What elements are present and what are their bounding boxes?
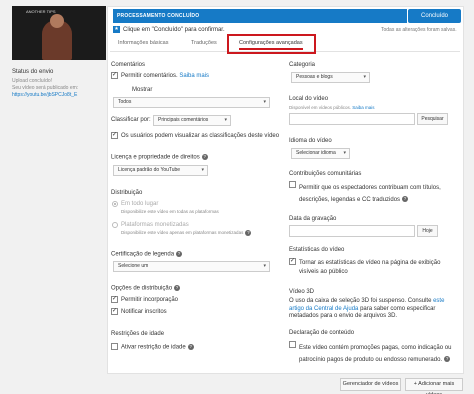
allow-embed-checkbox[interactable] — [111, 296, 118, 303]
help-icon[interactable]: ? — [201, 154, 208, 160]
hint-text: Clique em "Concluído" para confirmar. — [123, 27, 225, 34]
allow-embed-label: Permitir incorporação — [121, 297, 179, 303]
age-restriction-title: Restrições de idade — [111, 331, 165, 337]
content-declaration-title: Declaração de conteúdo — [289, 330, 355, 336]
distribution-title: Distribuição — [111, 190, 143, 196]
recording-today-button[interactable]: Hoje — [417, 225, 438, 237]
sort-comments-select[interactable]: Principais comentários — [153, 115, 231, 126]
saved-status: Todas as alterações foram salvas. — [381, 27, 457, 33]
license-select[interactable]: Licença padrão do YouTube — [113, 165, 208, 176]
content-declaration-row: Este vídeo contém promoções pagas, como … — [299, 342, 459, 366]
recording-date-input[interactable] — [289, 225, 415, 237]
stats-title: Estatísticas do vídeo — [289, 247, 345, 253]
distribution-everywhere-label: Em todo lugar — [121, 201, 159, 207]
show-comments-select[interactable]: Todos — [113, 97, 270, 108]
published-label: Seu vídeo será publicado em: — [12, 85, 79, 91]
allow-comments-row: Permitir comentários. Saiba mais — [121, 73, 209, 79]
category-title: Categoria — [289, 62, 316, 68]
notify-subscribers-checkbox[interactable] — [111, 308, 118, 315]
tab-basic-info[interactable]: Informações básicas — [118, 40, 168, 46]
allow-comments-label: Permitir comentários. — [121, 73, 178, 79]
allow-comments-learn-more[interactable]: Saiba mais — [179, 73, 209, 79]
video-3d-title: Vídeo 3D — [289, 289, 315, 295]
content-declaration-label: Este vídeo contém promoções pagas, como … — [299, 345, 452, 363]
contributions-label: Permitir que os espectadores contribuam … — [299, 185, 441, 203]
contributions-title: Contribuições comunitárias — [289, 171, 362, 177]
add-more-videos-button[interactable]: + Adicionar mais vídeos — [405, 378, 463, 394]
dist-options-title: Opções de distribuição — [111, 285, 173, 292]
upload-status: Status do envio Upload concluído! Seu ví… — [12, 69, 102, 98]
notify-subscribers-label: Notificar inscritos — [121, 309, 167, 315]
comments-title: Comentários — [111, 62, 146, 68]
language-select[interactable]: Selecionar idioma — [291, 148, 350, 159]
status-value: Upload concluído! — [12, 78, 53, 84]
video-manager-button[interactable]: Gerenciador de vídeos — [340, 378, 401, 391]
ratings-visible-label: Os usuários podem visualizar as classifi… — [121, 133, 280, 139]
done-button[interactable]: Concluído — [408, 9, 461, 23]
distribution-monetized-radio[interactable] — [112, 222, 118, 228]
location-search-button[interactable]: Pesquisar — [417, 113, 448, 125]
help-icon[interactable]: ? — [402, 196, 409, 203]
progress-text: PROCESSAMENTO CONCLUÍDO — [117, 13, 200, 19]
location-title: Local do vídeo — [289, 96, 329, 102]
public-stats-label: Tornar as estatísticas de vídeo na págin… — [299, 260, 441, 275]
help-icon[interactable]: ? — [187, 344, 194, 350]
location-input[interactable] — [289, 113, 415, 125]
license-title-row: Licença e propriedade de direitos? — [111, 154, 208, 161]
video-3d-text: O uso da caixa de seleção 3D foi suspens… — [289, 298, 461, 321]
category-select[interactable]: Pessoas e blogs — [291, 72, 370, 83]
age-restriction-label: Ativar restrição de idade — [121, 344, 186, 351]
ratings-visible-checkbox[interactable] — [111, 132, 118, 139]
published-url-link[interactable]: https://youtu.be/jbSPCJo8t_E — [12, 92, 77, 98]
tab-highlight-box — [227, 34, 316, 54]
help-icon[interactable]: ? — [444, 356, 451, 363]
location-sub-row: Disponível em vídeos públicos. Saiba mai… — [289, 105, 375, 110]
show-label: Mostrar — [132, 87, 153, 93]
status-title: Status do envio — [12, 69, 54, 75]
age-restriction-row: Ativar restrição de idade? — [121, 344, 194, 351]
location-sub: Disponível em vídeos públicos. — [289, 105, 352, 110]
video-thumbnail: ANOTHER TIPS — [12, 6, 106, 60]
location-learn-more[interactable]: Saiba mais — [352, 105, 374, 110]
contributions-row: Permitir que os espectadores contribuam … — [299, 182, 459, 206]
dist-options-title-row: Opções de distribuição? — [111, 285, 181, 292]
allow-comments-checkbox[interactable] — [111, 72, 118, 79]
license-title: Licença e propriedade de direitos — [111, 154, 200, 161]
caption-cert-title: Certificação de legenda — [111, 251, 175, 258]
help-icon[interactable]: ? — [176, 251, 183, 257]
thumbnail-caption: ANOTHER TIPS — [26, 9, 56, 14]
distribution-monetized-sub-text: Disponibilize este vídeo apenas em plata… — [121, 230, 244, 236]
sort-label: Classificar por: — [111, 117, 151, 123]
help-icon[interactable]: ? — [245, 230, 252, 236]
distribution-everywhere-sub: Disponibilize este vídeo em todas as pla… — [121, 209, 219, 214]
recording-date-title: Data da gravação — [289, 216, 337, 222]
help-icon[interactable]: ? — [174, 285, 181, 291]
star-icon: ★ — [113, 26, 120, 33]
thumbnail-person-head — [50, 14, 64, 28]
tab-translations[interactable]: Traduções — [191, 40, 217, 46]
language-title: Idioma do vídeo — [289, 138, 332, 144]
content-declaration-checkbox[interactable] — [289, 341, 296, 348]
distribution-everywhere-radio[interactable] — [112, 201, 118, 207]
age-restriction-checkbox[interactable] — [111, 343, 118, 350]
caption-cert-select[interactable]: Selecione um — [113, 261, 270, 272]
distribution-monetized-label: Plataformas monetizadas — [121, 222, 189, 228]
video-3d-text-1: O uso da caixa de seleção 3D foi suspens… — [289, 298, 432, 304]
processing-progress-bar: PROCESSAMENTO CONCLUÍDO — [113, 9, 407, 23]
caption-cert-title-row: Certificação de legenda? — [111, 251, 183, 258]
contributions-checkbox[interactable] — [289, 181, 296, 188]
distribution-monetized-sub: Disponibilize este vídeo apenas em plata… — [121, 230, 252, 236]
public-stats-checkbox[interactable] — [289, 258, 296, 265]
confirm-hint: ★ Clique em "Concluído" para confirmar. — [113, 26, 225, 33]
